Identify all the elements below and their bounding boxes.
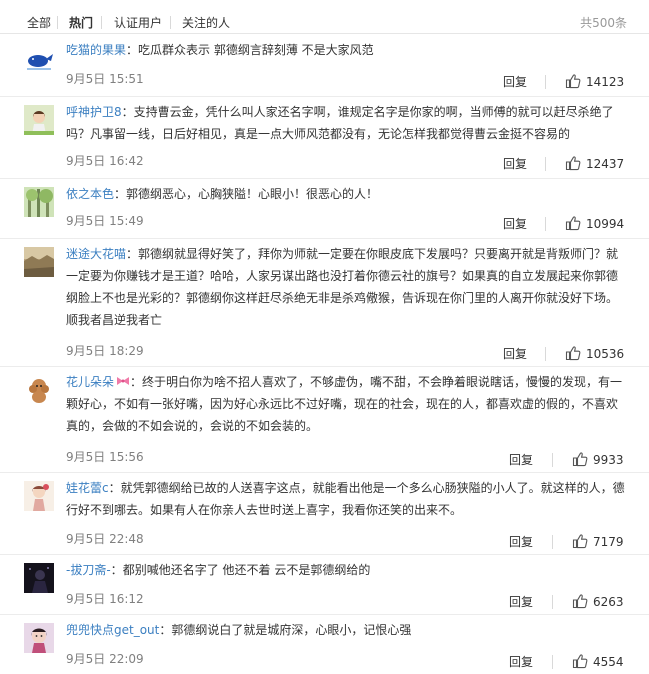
- thumbs-up-icon: [565, 216, 581, 231]
- comment-username[interactable]: -拔刀斋-: [66, 563, 111, 577]
- action-divider: [545, 347, 546, 361]
- thumbs-up-icon: [565, 346, 581, 361]
- comment-text: 郭德纲就显得好笑了，拜你为师就一定要在你眼皮底下发展吗？只要离开就是背叛师门？就…: [66, 247, 619, 327]
- comment-text: 支持曹云金，凭什么叫人家还名字啊，谁规定名字是你家的啊，当师傅的就可以赶尽杀绝了…: [66, 105, 614, 141]
- avatar-whale-image: [24, 43, 54, 73]
- tab-divider: [170, 16, 171, 29]
- comment-item: 娃花蕾c：就凭郭德纲给已故的人送喜字这点，就能看出他是一个多么心肠狭隘的小人了。…: [0, 473, 649, 555]
- avatar-poodle-image: [24, 375, 54, 405]
- thumbs-up-icon: [572, 534, 588, 549]
- reply-button[interactable]: 回复: [503, 75, 527, 89]
- comment-time: 9月5日 16:42: [66, 154, 144, 168]
- action-divider: [552, 655, 553, 669]
- comment-item: 吃猫的果果：吃瓜群众表示 郭德纲言辞刻薄 不是大家风范 9月5日 15:51 回…: [0, 35, 649, 97]
- comment-time: 9月5日 15:51: [66, 72, 144, 86]
- action-divider: [552, 453, 553, 467]
- avatar[interactable]: [24, 623, 54, 653]
- like-count: 4554: [593, 655, 624, 669]
- action-divider: [552, 535, 553, 549]
- comment-username[interactable]: 娃花蕾c: [66, 481, 109, 495]
- avatar-dark-figure-image: [24, 563, 54, 593]
- comment-text: 吃瓜群众表示 郭德纲言辞刻薄 不是大家风范: [138, 43, 374, 57]
- like-count: 14123: [586, 75, 625, 89]
- comment-body: 娃花蕾c：就凭郭德纲给已故的人送喜字这点，就能看出他是一个多么心肠狭隘的小人了。…: [66, 481, 625, 517]
- comment-item: 迷途大花喵：郭德纲就显得好笑了，拜你为师就一定要在你眼皮底下发展吗？只要离开就是…: [0, 239, 649, 367]
- comment-total-count: 共500条: [580, 16, 627, 30]
- comment-item: -拔刀斋-：都别喊他还名字了 他还不着 云不是郭德纲给的 9月5日 16:12 …: [0, 555, 649, 615]
- comment-body: 依之本色：郭德纲恶心，心胸狭隘！心眼小！很恶心的人！: [66, 187, 379, 201]
- reply-button[interactable]: 回复: [509, 595, 533, 609]
- reply-button[interactable]: 回复: [509, 655, 533, 669]
- like-count: 12437: [586, 157, 625, 171]
- avatar-girl-flower-image: [24, 481, 54, 511]
- thumbs-up-icon: [572, 654, 588, 669]
- like-count: 7179: [593, 535, 624, 549]
- avatar-girl-garden-image: [24, 105, 54, 135]
- comment-username[interactable]: 吃猫的果果: [66, 43, 126, 57]
- tab-all[interactable]: 全部: [27, 15, 51, 31]
- reply-button[interactable]: 回复: [509, 535, 533, 549]
- thumbs-up-icon: [572, 452, 588, 467]
- tab-verified-users[interactable]: 认证用户: [114, 15, 162, 31]
- action-divider: [552, 595, 553, 609]
- thumbs-up-icon: [565, 156, 581, 171]
- comment-text: 终于明白你为啥不招人喜欢了，不够虚伪，嘴不甜，不会睁着眼说瞎话，慢慢的发现，有一…: [66, 375, 623, 433]
- comment-body: 兜兜快点get_out：郭德纲说白了就是城府深，心眼小，记恨心强: [66, 623, 412, 637]
- avatar[interactable]: [24, 375, 54, 405]
- reply-button[interactable]: 回复: [509, 453, 533, 467]
- comment-time: 9月5日 22:48: [66, 532, 144, 546]
- comment-username[interactable]: 呼神护卫8: [66, 105, 122, 119]
- comment-item: 依之本色：郭德纲恶心，心胸狭隘！心眼小！很恶心的人！ 9月5日 15:49 回复…: [0, 179, 649, 239]
- thumbs-up-icon: [565, 74, 581, 89]
- like-count: 10994: [586, 217, 625, 231]
- comment-item: 兜兜快点get_out：郭德纲说白了就是城府深，心眼小，记恨心强 9月5日 22…: [0, 615, 649, 674]
- comment-body: 吃猫的果果：吃瓜群众表示 郭德纲言辞刻薄 不是大家风范: [66, 43, 374, 57]
- comment-body: 花儿朵朵 ：终于明白你为啥不招人喜欢了，不够虚伪，嘴不甜，不会睁着眼说瞎话，慢慢的…: [66, 371, 626, 437]
- comment-text: 都别喊他还名字了 他还不着 云不是郭德纲给的: [122, 563, 371, 577]
- comment-text: 郭德纲恶心，心胸狭隘！心眼小！很恶心的人！: [126, 187, 379, 201]
- comment-time: 9月5日 15:49: [66, 214, 144, 228]
- avatar[interactable]: [24, 481, 54, 511]
- thumbs-up-icon: [572, 594, 588, 609]
- comment-username[interactable]: 花儿朵朵: [66, 375, 114, 389]
- action-divider: [545, 157, 546, 171]
- comment-text: 郭德纲说白了就是城府深，心眼小，记恨心强: [171, 623, 412, 637]
- action-divider: [545, 217, 546, 231]
- avatar-landscape-image: [24, 247, 54, 277]
- avatar[interactable]: [24, 43, 54, 73]
- tab-divider: [57, 16, 58, 29]
- avatar[interactable]: [24, 563, 54, 593]
- comment-username[interactable]: 迷途大花喵: [66, 247, 126, 261]
- avatar-girl-portrait-image: [24, 623, 54, 653]
- action-divider: [545, 75, 546, 89]
- reply-button[interactable]: 回复: [503, 347, 527, 361]
- tab-hot[interactable]: 热门: [69, 15, 93, 31]
- comment-item: 花儿朵朵 ：终于明白你为啥不招人喜欢了，不够虚伪，嘴不甜，不会睁着眼说瞎话，慢慢的…: [0, 367, 649, 473]
- like-count: 10536: [586, 347, 625, 361]
- comment-username[interactable]: 兜兜快点get_out: [66, 623, 159, 637]
- reply-button[interactable]: 回复: [503, 157, 527, 171]
- comment-text: 就凭郭德纲给已故的人送喜字这点，就能看出他是一个多么心肠狭隘的小人了。就这样的人…: [66, 481, 625, 517]
- comment-time: 9月5日 15:56: [66, 450, 144, 464]
- comment-time: 9月5日 16:12: [66, 592, 144, 606]
- reply-button[interactable]: 回复: [503, 217, 527, 231]
- avatar[interactable]: [24, 247, 54, 277]
- comment-body: -拔刀斋-：都别喊他还名字了 他还不着 云不是郭德纲给的: [66, 563, 371, 577]
- comment-body: 迷途大花喵：郭德纲就显得好笑了，拜你为师就一定要在你眼皮底下发展吗？只要离开就是…: [66, 247, 619, 327]
- comment-filter-tabs: 全部 热门 认证用户 关注的人 共500条: [0, 0, 649, 34]
- comment-time: 9月5日 18:29: [66, 344, 144, 358]
- avatar[interactable]: [24, 187, 54, 217]
- bow-badge-icon: [116, 371, 130, 393]
- like-count: 9933: [593, 453, 624, 467]
- comment-item: 呼神护卫8：支持曹云金，凭什么叫人家还名字啊，谁规定名字是你家的啊，当师傅的就可…: [0, 97, 649, 179]
- comment-username[interactable]: 依之本色: [66, 187, 114, 201]
- comment-time: 9月5日 22:09: [66, 652, 144, 666]
- tab-following[interactable]: 关注的人: [182, 15, 230, 31]
- comment-body: 呼神护卫8：支持曹云金，凭什么叫人家还名字啊，谁规定名字是你家的啊，当师傅的就可…: [66, 105, 614, 141]
- avatar[interactable]: [24, 105, 54, 135]
- tab-divider: [101, 16, 102, 29]
- avatar-trees-image: [24, 187, 54, 217]
- like-count: 6263: [593, 595, 624, 609]
